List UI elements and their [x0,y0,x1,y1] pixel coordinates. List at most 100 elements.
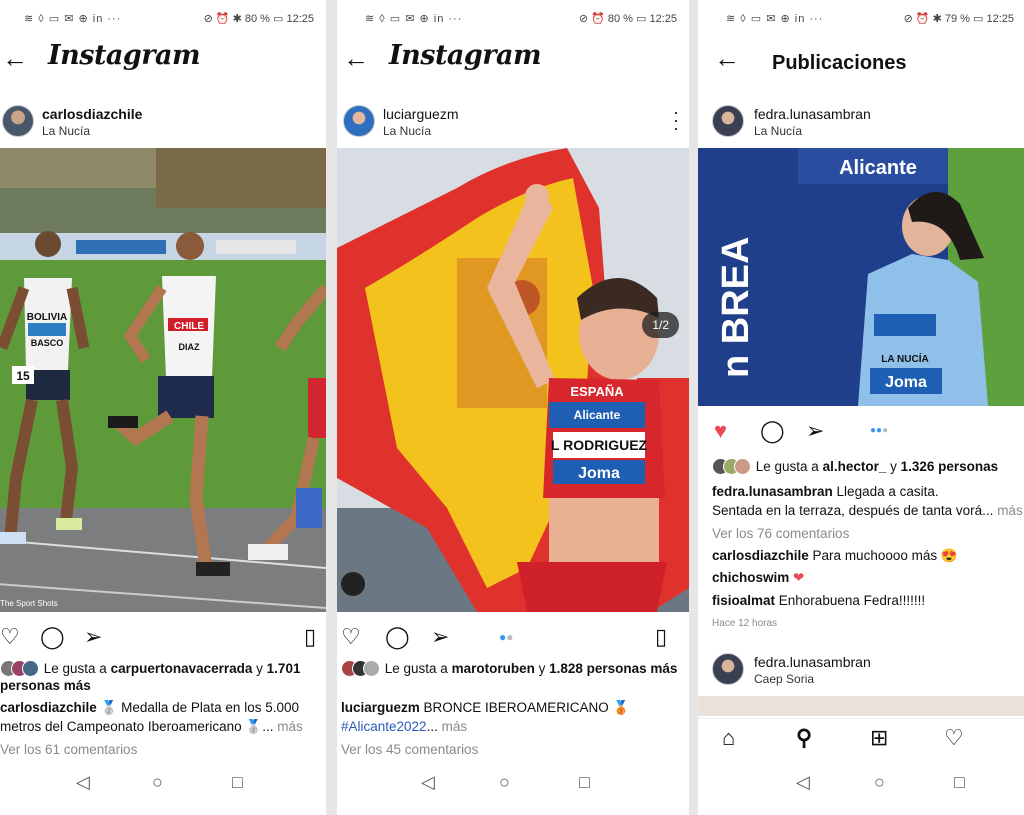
nav-back-icon[interactable]: ◁ [76,772,90,793]
caption: fedra.lunasambran Llegada a casita. Senta… [712,482,1024,520]
back-arrow-icon[interactable]: ← [343,45,369,71]
comment-username[interactable]: fisioalmat [712,593,775,608]
post-photo[interactable]: Alicante n BREA LA NUCÍA Joma [698,148,1024,406]
back-arrow-icon[interactable]: ← [2,45,28,71]
nav-home-icon[interactable]: ○ [874,772,885,793]
share-icon[interactable]: ➢ [806,418,824,444]
post-username[interactable]: carlosdiazchile [42,106,142,122]
nav-recents-icon[interactable]: □ [232,772,243,793]
likes-line[interactable]: Le gusta a carpuertonavacerrada y 1.701 … [0,660,318,694]
liker-avatars [0,660,40,677]
caption-line2: Sentada en la terraza, después de tanta … [712,503,998,518]
heart-filled-icon[interactable]: ♥ [714,418,727,444]
post-header: carlosdiazchile La Nucía [0,102,326,142]
back-arrow-icon[interactable]: ← [714,45,740,71]
comment-icon[interactable]: ◯ [760,418,785,444]
top-bar: ← Publicaciones [698,36,1024,80]
heart-icon[interactable]: ♡ [0,624,20,650]
nav-home-icon[interactable]: ○ [499,772,510,793]
liker-avatars [712,458,752,475]
top-bar: ← Instagram [337,36,689,80]
likes-user[interactable]: al.hector_ [823,459,887,474]
view-comments[interactable]: Ver los 76 comentarios [712,524,1020,543]
search-icon[interactable]: ⚲ [796,725,812,751]
nav-back-icon[interactable]: ◁ [421,772,435,793]
phone-screen-3: ≋ ◊ ▭ ✉ ⊕ in ··· ⊘ ⏰ ✱ 79 % ▭ 12:25 ← Pu… [698,0,1024,815]
status-icons: ≋ ◊ ▭ ✉ ⊕ in ··· [726,13,824,25]
caption-username[interactable]: fedra.lunasambran [712,484,833,499]
next-post-photo-edge[interactable] [698,696,1024,716]
carousel-dots: ●● [499,630,514,644]
bottom-tab-bar: ⌂ ⚲ ⊞ ♡ [698,718,1024,763]
bib-country-bolivia: BOLIVIA [27,312,68,323]
comment-row: fisioalmat Enhorabuena Fedra!!!!!!! [712,591,1020,610]
avatar[interactable] [343,105,375,137]
nav-back-icon[interactable]: ◁ [796,772,810,793]
avatar[interactable] [712,105,744,137]
likes-user[interactable]: marotoruben [452,661,535,676]
post-username[interactable]: fedra.lunasambran [754,106,871,122]
liker-avatars [341,660,381,677]
bookmark-icon[interactable]: ▯ [304,624,316,650]
likes-line[interactable]: Le gusta a al.hector_ y 1.326 personas [712,458,1020,475]
bookmark-icon[interactable]: ▯ [655,624,667,650]
post-location[interactable]: La Nucía [383,124,431,138]
post-location[interactable]: La Nucía [42,124,90,138]
nav-home-icon[interactable]: ○ [152,772,163,793]
caption: luciarguezm BRONCE IBEROAMERICANO 🥉 #Ali… [341,698,681,736]
post-location[interactable]: La Nucía [754,124,802,138]
hashtag[interactable]: #Alicante2022 [341,719,427,734]
carousel-counter: 1/2 [642,312,679,338]
status-right: ⊘ ⏰ 80 % ▭ 12:25 [578,13,677,25]
likes-mid: y [534,661,550,676]
heart-icon[interactable]: ♡ [341,624,361,650]
page-title: Publicaciones [772,52,907,74]
view-comments[interactable]: Ver los 45 comentarios [341,740,681,759]
likes-prefix: Le gusta a [384,661,452,676]
home-icon[interactable]: ⌂ [722,725,735,751]
likes-line[interactable]: Le gusta a marotoruben y 1.828 personas … [341,660,681,677]
status-bar: ≋ ◊ ▭ ✉ ⊕ in ··· ⊘ ⏰ 80 % ▭ 12:25 [337,10,689,30]
share-icon[interactable]: ➢ [84,624,102,650]
comment-username[interactable]: carlosdiazchile [712,548,809,563]
comment-icon[interactable]: ◯ [40,624,65,650]
new-post-icon[interactable]: ⊞ [870,725,888,751]
post-photo[interactable]: BOLIVIA BASCO 15 CHILE DIAZ The Sport Sh… [0,148,326,612]
bib-name-basco: BASCO [31,338,64,348]
comment-icon[interactable]: ◯ [385,624,410,650]
caption-username[interactable]: carlosdiazchile [0,700,97,715]
banner-text: n BREA [715,237,757,378]
caption: carlosdiazchile 🥈 Medalla de Plata en lo… [0,698,318,736]
phone-screen-2: ≋ ◊ ▭ ✉ ⊕ in ··· ⊘ ⏰ 80 % ▭ 12:25 ← Inst… [337,0,689,815]
shirt-brand: Joma [885,374,927,391]
likes-user[interactable]: carpuertonavacerrada [111,661,253,676]
avatar[interactable] [2,105,34,137]
nav-recents-icon[interactable]: □ [579,772,590,793]
instagram-logo: Instagram [48,40,201,71]
more-link[interactable]: más [273,719,303,734]
post-location[interactable]: Caep Soria [754,672,814,686]
nav-recents-icon[interactable]: □ [954,772,965,793]
bib-city: Alicante [574,408,621,422]
post-username[interactable]: fedra.lunasambran [754,654,871,670]
caption-username[interactable]: luciarguezm [341,700,420,715]
likes-count[interactable]: 1.326 personas [901,459,999,474]
more-link[interactable]: más [442,719,468,734]
likes-count[interactable]: 1.828 personas más [549,661,677,676]
activity-heart-icon[interactable]: ♡ [944,725,964,751]
comment-username[interactable]: chichoswim [712,570,789,585]
share-icon[interactable]: ➢ [431,624,449,650]
view-comments[interactable]: Ver los 61 comentarios [0,740,318,759]
likes-mid: y [886,459,901,474]
post-photo[interactable]: ESPAÑA Alicante L RODRIGUEZ Joma 1/2 [337,148,689,612]
post-username[interactable]: luciarguezm [383,106,458,122]
more-options-icon[interactable]: · · · [673,103,679,137]
top-bar: ← Instagram [0,36,326,80]
avatar[interactable] [712,653,744,685]
bib-country-chile: CHILE [174,321,204,332]
caption-text: BRONCE IBEROAMERICANO 🥉 [419,700,630,715]
status-right: ⊘ ⏰ ✱ 79 % ▭ 12:25 [903,13,1014,25]
phone-screen-1: ≋ ◊ ▭ ✉ ⊕ in ··· ⊘ ⏰ ✱ 80 % ▭ 12:25 ← In… [0,0,326,815]
more-link[interactable]: más [997,503,1023,518]
status-icons: ≋ ◊ ▭ ✉ ⊕ in ··· [24,13,122,25]
